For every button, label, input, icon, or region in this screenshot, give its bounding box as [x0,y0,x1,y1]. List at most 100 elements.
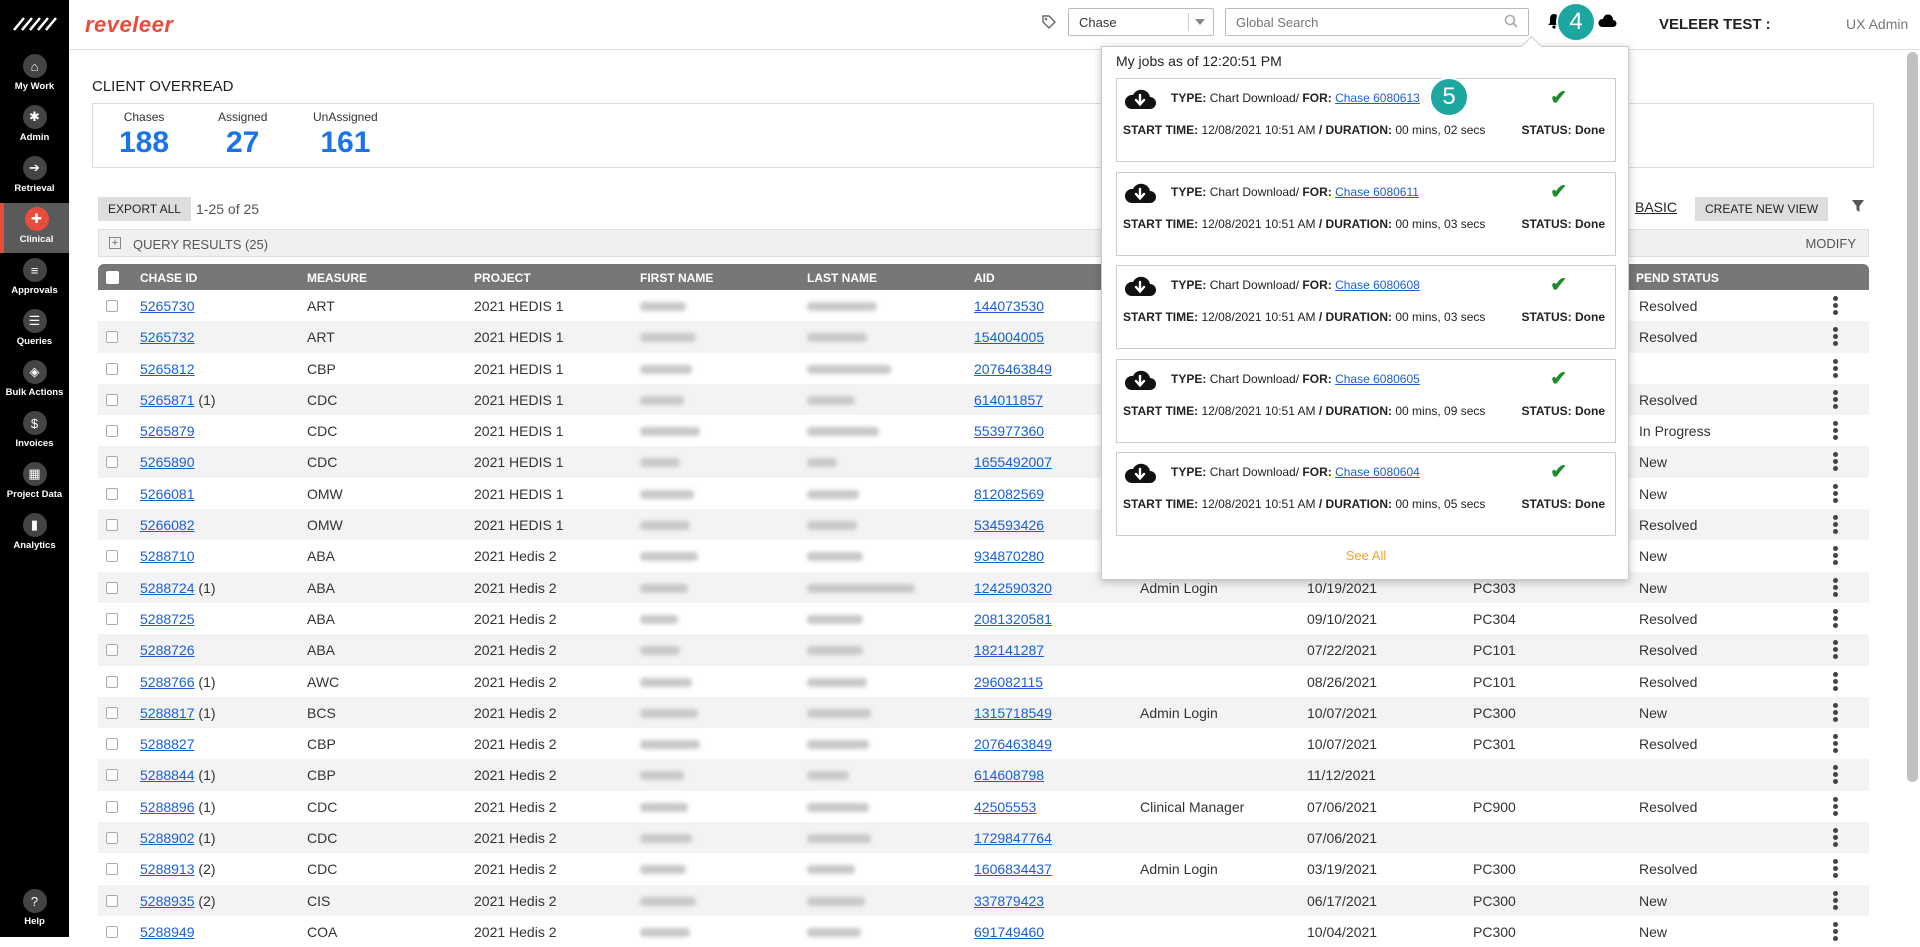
row-checkbox[interactable] [106,706,118,719]
aid-link[interactable]: 1315718549 [974,705,1052,721]
sidebar-item-approvals[interactable]: ≡ Approvals [0,254,69,304]
chase-id-link[interactable]: 5288724 [140,580,195,596]
more-options-icon[interactable] [1833,515,1839,536]
row-checkbox[interactable] [106,425,118,438]
chase-id-link[interactable]: 5265890 [140,454,195,470]
aid-link[interactable]: 934870280 [974,548,1044,564]
chase-id-link[interactable]: 5265732 [140,329,195,345]
stat-value[interactable]: 161 [313,126,378,160]
more-options-icon[interactable] [1833,859,1839,880]
create-new-view-button[interactable]: CREATE NEW VIEW [1695,197,1829,221]
row-checkbox[interactable] [106,832,118,845]
export-all-button[interactable]: EXPORT ALL [98,197,191,221]
tag-icon[interactable] [1041,14,1059,32]
more-options-icon[interactable] [1833,358,1839,380]
select-all-checkbox[interactable] [106,271,119,284]
stat-value[interactable]: 27 [218,126,267,160]
col-measure[interactable]: MEASURE [307,271,367,285]
chase-id-link[interactable]: 5265730 [140,298,195,314]
more-options-icon[interactable] [1833,296,1839,317]
chase-id-link[interactable]: 5288844 [140,767,195,783]
aid-link[interactable]: 42505553 [974,799,1036,815]
more-options-icon[interactable] [1833,828,1839,849]
aid-link[interactable]: 1729847764 [974,830,1052,846]
search-icon[interactable] [1504,14,1518,32]
table-row[interactable]: 5288949 COA 2021 Hedis 2 691749460 10/04/20… [98,916,1869,947]
sidebar-item-analytics[interactable]: ▮ Analytics [0,509,69,559]
more-options-icon[interactable] [1833,640,1839,661]
chase-id-link[interactable]: 5266082 [140,517,195,533]
row-checkbox[interactable] [106,487,118,500]
chase-id-link[interactable]: 5288710 [140,548,195,564]
chase-id-link[interactable]: 5288935 [140,893,195,909]
chase-id-link[interactable]: 5265812 [140,361,195,377]
aid-link[interactable]: 1242590320 [974,580,1052,596]
table-row[interactable]: 5288827 CBP 2021 Hedis 2 2076463849 10/07/2… [98,728,1869,759]
stat-value[interactable]: 188 [119,126,169,160]
app-logo-icon[interactable] [10,12,58,36]
row-checkbox[interactable] [106,612,118,625]
aid-link[interactable]: 296082115 [974,674,1043,690]
table-row[interactable]: 5288896 (1) CDC 2021 Hedis 2 42505553 Clinic… [98,791,1869,822]
job-chase-link[interactable]: Chase 6080611 [1335,185,1419,199]
more-options-icon[interactable] [1833,796,1839,818]
table-row[interactable]: 5288725 ABA 2021 Hedis 2 2081320581 09/10/2… [98,603,1869,634]
more-options-icon[interactable] [1833,577,1839,599]
table-row[interactable]: 5288902 (1) CDC 2021 Hedis 2 1729847764 07/0… [98,822,1869,854]
expand-icon[interactable]: + [109,237,121,249]
sidebar-item-admin[interactable]: ✱ Admin [0,101,69,151]
sidebar-item-queries[interactable]: ☰ Queries [0,305,69,355]
sidebar-item-my-work[interactable]: ⌂ My Work [0,50,69,100]
row-checkbox[interactable] [106,675,118,688]
chase-id-link[interactable]: 5265871 [140,392,195,408]
more-options-icon[interactable] [1833,890,1839,912]
aid-link[interactable]: 614608798 [974,767,1044,783]
row-checkbox[interactable] [106,393,118,406]
chase-id-link[interactable]: 5266081 [140,486,195,502]
job-chase-link[interactable]: Chase 6080613 [1335,91,1420,105]
more-options-icon[interactable] [1833,608,1839,630]
col-last-name[interactable]: LAST NAME [807,271,877,285]
filter-icon[interactable] [1851,199,1865,217]
aid-link[interactable]: 337879423 [974,893,1044,909]
more-options-icon[interactable] [1833,452,1839,473]
aid-link[interactable]: 154004005 [974,329,1044,345]
sidebar-item-clinical[interactable]: ✚ Clinical [0,203,69,253]
chase-id-link[interactable]: 5288913 [140,861,195,877]
table-row[interactable]: 5288817 (1) BCS 2021 Hedis 2 1315718549 Admi… [98,696,1869,729]
more-options-icon[interactable] [1833,671,1839,693]
col-project[interactable]: PROJECT [474,271,531,285]
row-checkbox[interactable] [106,550,118,563]
row-checkbox[interactable] [106,362,118,375]
cloud-jobs-icon[interactable] [1597,12,1617,33]
chase-id-link[interactable]: 5288896 [140,799,195,815]
chase-id-link[interactable]: 5288817 [140,705,195,721]
chase-id-link[interactable]: 5265879 [140,423,195,439]
sidebar-item-project-data[interactable]: ▦ Project Data [0,458,69,508]
row-checkbox[interactable] [106,519,118,532]
more-options-icon[interactable] [1833,483,1839,505]
row-checkbox[interactable] [106,331,118,344]
aid-link[interactable]: 691749460 [974,924,1044,940]
row-checkbox[interactable] [106,769,118,782]
col-pend-status[interactable]: PEND STATUS [1636,271,1719,285]
table-row[interactable]: 5288726 ABA 2021 Hedis 2 182141287 07/22/20… [98,634,1869,666]
sidebar-item-invoices[interactable]: $ Invoices [0,407,69,457]
more-options-icon[interactable] [1833,546,1839,567]
table-row[interactable]: 5288935 (2) CIS 2021 Hedis 2 337879423 06/17… [98,884,1869,916]
more-options-icon[interactable] [1833,327,1839,348]
table-row[interactable]: 5288913 (2) CDC 2021 Hedis 2 1606834437 Admi… [98,853,1869,884]
job-chase-link[interactable]: Chase 6080604 [1335,465,1420,479]
chase-id-link[interactable]: 5288949 [140,924,195,940]
aid-link[interactable]: 812082569 [974,486,1044,502]
brand-logo[interactable]: reveleer [85,12,173,38]
aid-link[interactable]: 2076463849 [974,736,1052,752]
row-checkbox[interactable] [106,800,118,813]
more-options-icon[interactable] [1833,389,1839,411]
more-options-icon[interactable] [1833,734,1839,755]
see-all-link[interactable]: See All [1102,548,1630,563]
chase-id-link[interactable]: 5288902 [140,830,195,846]
sidebar-item-bulk-actions[interactable]: ◈ Bulk Actions [0,356,69,406]
search-type-select[interactable]: Chase [1068,8,1214,36]
modify-button[interactable]: MODIFY [1805,236,1856,251]
